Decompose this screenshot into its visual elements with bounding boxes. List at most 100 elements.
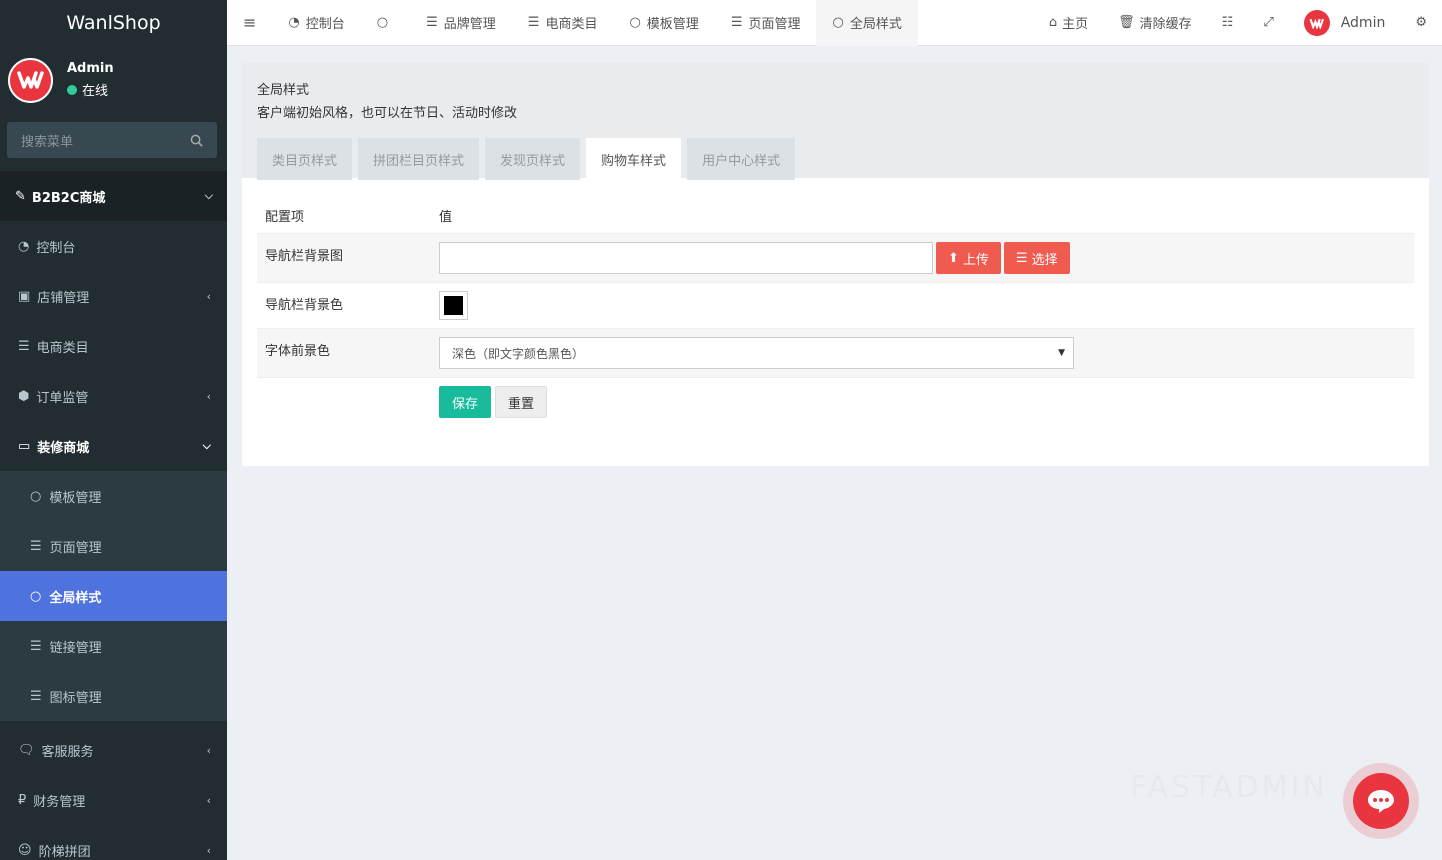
circle-icon: ○ bbox=[832, 15, 844, 30]
online-dot-icon bbox=[67, 84, 77, 95]
sidebar-subitem-page[interactable]: ☰ 页面管理 bbox=[0, 521, 227, 571]
sidebar-subitem-icon[interactable]: ☰ 图标管理 bbox=[0, 671, 227, 721]
nav-bg-image-input[interactable] bbox=[439, 242, 933, 274]
chevron-left-icon: ‹ bbox=[206, 389, 211, 403]
tab-brand[interactable]: ☰ 品牌管理 bbox=[410, 0, 512, 46]
cube-icon: ⬢ bbox=[18, 388, 30, 404]
users-icon: ☺ bbox=[18, 842, 32, 858]
fullscreen-button[interactable]: ⤢ bbox=[1248, 0, 1288, 46]
user-status: 在线 bbox=[67, 80, 114, 99]
list-icon: ☰ bbox=[30, 688, 42, 704]
user-name: Admin bbox=[67, 61, 114, 76]
sidebar-toggle-button[interactable]: ≡ bbox=[227, 0, 272, 46]
desktop-icon: ▭ bbox=[18, 438, 31, 454]
sidebar-item-decorate[interactable]: ▭ 装修商城 ⌵ bbox=[0, 421, 227, 471]
store-icon: ▣ bbox=[18, 288, 31, 304]
language-icon: ☷ bbox=[1221, 15, 1234, 30]
circle-icon: ○ bbox=[376, 15, 389, 30]
tab-category[interactable]: ☰ 电商类目 bbox=[512, 0, 614, 46]
nav-bg-color-label: 导航栏背景色 bbox=[265, 298, 344, 313]
brand-logo[interactable]: WanlShop bbox=[0, 0, 227, 45]
translate-button[interactable]: ☷ bbox=[1207, 0, 1249, 46]
sidebar-item-service[interactable]: 🗨 客服服务 ‹ bbox=[0, 725, 227, 775]
admin-menu[interactable]: Admin bbox=[1289, 0, 1401, 46]
panel-body: 配置项 值 导航栏背景图 ⬆ 上传 ☰ 选择 导航栏背景色 字体前景色 深色（即文字… bbox=[242, 178, 1429, 466]
list-ol-icon: ☰ bbox=[18, 338, 30, 354]
table-header: 配置项 值 bbox=[257, 190, 1414, 233]
form-actions: 保存 重置 bbox=[257, 377, 1414, 426]
panel-heading: 全局样式 客户端初始风格，也可以在节日、活动时修改 类目页样式 拼团栏目页样式 … bbox=[242, 63, 1429, 180]
list-icon: ☰ bbox=[730, 15, 743, 30]
home-icon: ⌂ bbox=[1048, 15, 1058, 30]
choose-button[interactable]: ☰ 选择 bbox=[1003, 242, 1070, 274]
sidebar-item-order[interactable]: ⬢ 订单监管 ‹ bbox=[0, 371, 227, 421]
chevron-left-icon: ‹ bbox=[206, 793, 211, 807]
home-link[interactable]: ⌂ 主页 bbox=[1034, 0, 1103, 46]
magic-wand-icon: ✎ bbox=[15, 188, 26, 204]
nav-bg-image-label: 导航栏背景图 bbox=[265, 249, 344, 264]
list-icon: ☰ bbox=[426, 15, 438, 30]
gears-icon: ⚙ bbox=[1415, 15, 1427, 30]
tab-dashboard[interactable]: ◔ 控制台 bbox=[272, 0, 360, 46]
sidebar-subitem-link[interactable]: ☰ 链接管理 bbox=[0, 621, 227, 671]
sidebar-item-dashboard[interactable]: ◔ 控制台 bbox=[0, 221, 227, 271]
tab-group-style[interactable]: 拼团栏目页样式 bbox=[358, 138, 480, 180]
search-icon[interactable] bbox=[190, 134, 203, 147]
list-icon: ☰ bbox=[30, 638, 42, 654]
column-header-config: 配置项 bbox=[265, 210, 305, 225]
list-icon: ☰ bbox=[30, 538, 42, 554]
list-ol-icon: ☰ bbox=[527, 15, 540, 30]
chat-icon bbox=[1368, 790, 1394, 813]
expand-icon: ⤢ bbox=[1263, 15, 1274, 30]
comments-icon: 🗨 bbox=[18, 742, 35, 758]
caret-down-icon: ▼ bbox=[1058, 348, 1065, 358]
dashboard-icon: ◔ bbox=[18, 238, 30, 254]
tab-cart-style[interactable]: 购物车样式 bbox=[586, 138, 682, 180]
tab-template[interactable]: ○ 模板管理 bbox=[613, 0, 714, 46]
upload-button[interactable]: ⬆ 上传 bbox=[936, 242, 1001, 274]
chevron-left-icon: ‹ bbox=[206, 743, 211, 757]
sidebar-subitem-global-style[interactable]: ○ 全局样式 bbox=[0, 571, 227, 621]
chevron-left-icon: ‹ bbox=[206, 289, 211, 303]
font-color-label: 字体前景色 bbox=[265, 344, 331, 359]
nav-bg-color-picker[interactable] bbox=[439, 291, 468, 320]
tab-global-style[interactable]: ○ 全局样式 bbox=[816, 0, 918, 46]
circle-icon: ○ bbox=[629, 15, 641, 30]
settings-button[interactable]: ⚙ bbox=[1400, 0, 1442, 46]
w-logo-icon bbox=[16, 71, 44, 89]
upload-icon: ⬆ bbox=[948, 250, 959, 266]
dashboard-icon: ◔ bbox=[288, 15, 300, 30]
page-description: 客户端初始风格，也可以在节日、活动时修改 bbox=[257, 106, 518, 121]
tab-category-style[interactable]: 类目页样式 bbox=[257, 138, 353, 180]
circle-icon: ○ bbox=[30, 588, 42, 604]
style-tabs: 类目页样式 拼团栏目页样式 发现页样式 购物车样式 用户中心样式 bbox=[257, 138, 1414, 180]
rouble-icon: ₽ bbox=[18, 792, 27, 808]
avatar bbox=[1303, 9, 1330, 36]
list-icon: ☰ bbox=[1015, 250, 1028, 266]
sidebar-item-finance[interactable]: ₽ 财务管理 ‹ bbox=[0, 775, 227, 825]
tab-discover-style[interactable]: 发现页样式 bbox=[485, 138, 581, 180]
tab-page[interactable]: ☰ 页面管理 bbox=[715, 0, 817, 46]
user-panel: Admin 在线 bbox=[0, 45, 227, 115]
sidebar-item-store[interactable]: ▣ 店铺管理 ‹ bbox=[0, 271, 227, 321]
table-row: 导航栏背景色 bbox=[257, 282, 1414, 328]
search-input[interactable]: 搜索菜单 bbox=[7, 122, 217, 158]
tab-blank[interactable]: ○ bbox=[361, 0, 410, 46]
reset-button[interactable]: 重置 bbox=[495, 386, 548, 418]
table-row: 导航栏背景图 ⬆ 上传 ☰ 选择 bbox=[257, 233, 1414, 282]
watermark: FASTADMIN bbox=[1130, 770, 1328, 805]
font-color-select[interactable]: 深色（即文字颜色黑色） ▼ bbox=[439, 337, 1074, 369]
sidebar-header-b2b2c[interactable]: ✎ B2B2C商城 ⌵ bbox=[0, 171, 227, 221]
tab-user-center-style[interactable]: 用户中心样式 bbox=[687, 138, 796, 180]
circle-icon: ○ bbox=[30, 488, 42, 504]
clear-cache-button[interactable]: 🗑 清除缓存 bbox=[1103, 0, 1207, 46]
save-button[interactable]: 保存 bbox=[439, 386, 492, 418]
chevron-down-icon: ⌵ bbox=[204, 189, 213, 202]
main-content: 全局样式 客户端初始风格，也可以在节日、活动时修改 类目页样式 拼团栏目页样式 … bbox=[242, 63, 1429, 466]
chat-button[interactable] bbox=[1343, 763, 1419, 839]
sidebar-subitem-template[interactable]: ○ 模板管理 bbox=[0, 471, 227, 521]
sidebar-item-group[interactable]: ☺ 阶梯拼团 ‹ bbox=[0, 825, 227, 860]
chevron-down-icon: ⌵ bbox=[202, 439, 211, 452]
sidebar: WanlShop Admin 在线 搜索菜单 ✎ B2B2C商城 ⌵ ◔ 控制台 ▣… bbox=[0, 0, 227, 860]
sidebar-item-category[interactable]: ☰ 电商类目 bbox=[0, 321, 227, 371]
